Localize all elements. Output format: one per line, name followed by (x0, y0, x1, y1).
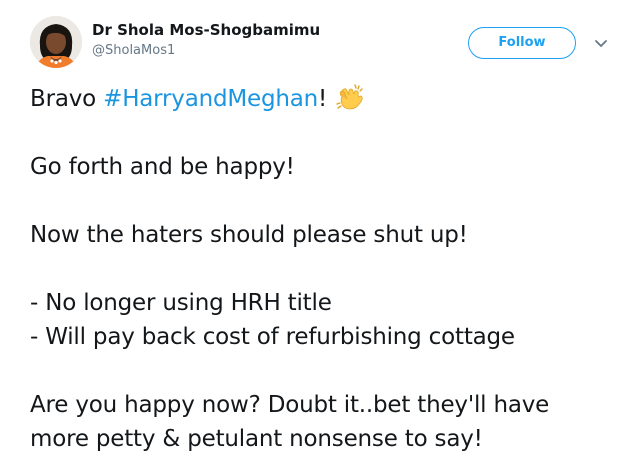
tweet-text: Bravo #HarryandMeghan! Go forth and be h… (30, 82, 620, 456)
avatar[interactable] (30, 16, 82, 68)
tweet-line-3: Now the haters should please shut up! (30, 222, 468, 248)
tweet-card: Dr Shola Mos-Shogbamimu @SholaMos1 Follo… (0, 0, 634, 457)
author-handle[interactable]: @SholaMos1 (92, 42, 320, 60)
follow-button[interactable]: Follow (468, 27, 576, 59)
author-display-name[interactable]: Dr Shola Mos-Shogbamimu (92, 20, 320, 40)
tweet-line-6: Are you happy now? Doubt it..bet they'll… (30, 392, 550, 418)
clapping-hands-icon (335, 82, 367, 112)
chevron-down-icon[interactable] (592, 35, 610, 53)
line1-suffix: ! (318, 86, 328, 112)
tweet-line-4: - No longer using HRH title (30, 290, 332, 316)
tweet-header: Dr Shola Mos-Shogbamimu @SholaMos1 Follo… (0, 0, 634, 80)
tweet-line-7: more petty & petulant nonsense to say! (30, 426, 483, 452)
author-info: Dr Shola Mos-Shogbamimu @SholaMos1 (92, 20, 320, 60)
line1-prefix: Bravo (30, 86, 104, 112)
tweet-line-5: - Will pay back cost of refurbishing cot… (30, 324, 515, 350)
tweet-line-1: Bravo #HarryandMeghan! (30, 82, 620, 116)
hashtag-link[interactable]: #HarryandMeghan (103, 86, 318, 112)
tweet-line-2: Go forth and be happy! (30, 154, 295, 180)
